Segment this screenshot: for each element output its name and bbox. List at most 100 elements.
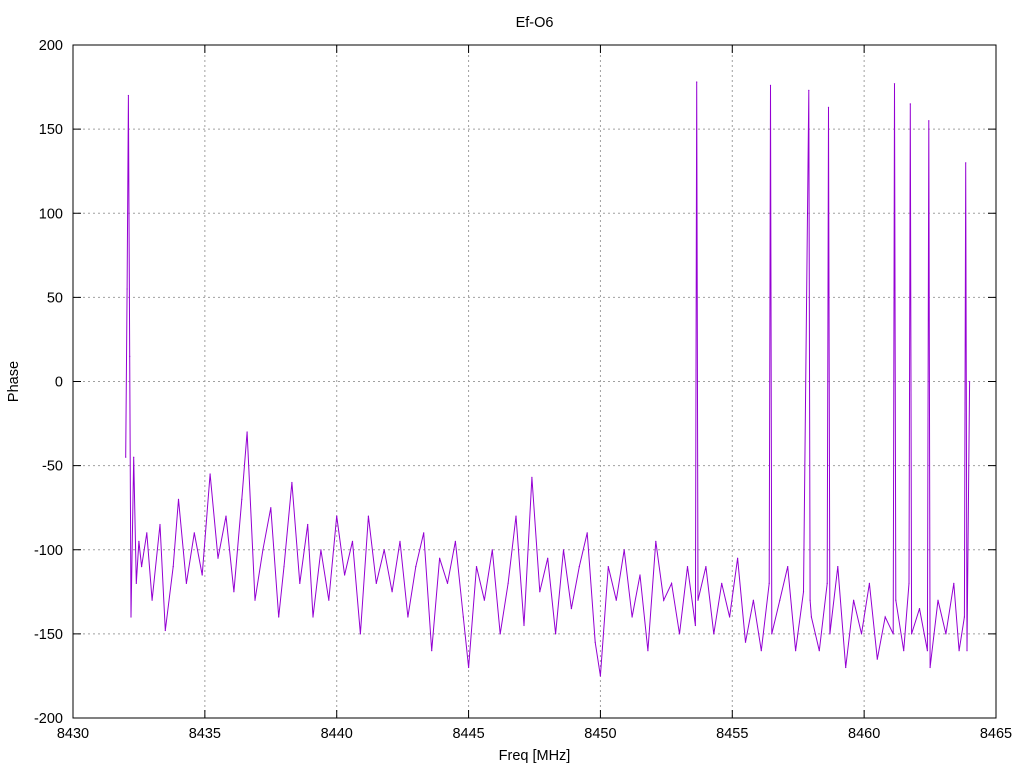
phase-point <box>895 599 897 601</box>
phase-point <box>164 629 166 632</box>
y-tick-label: 100 <box>39 206 63 222</box>
phase-point <box>808 89 810 91</box>
phase-point <box>185 582 187 585</box>
phase-point <box>291 481 293 484</box>
x-tick-label: 8460 <box>848 726 880 742</box>
phase-point <box>678 633 681 635</box>
phase-point <box>217 557 219 559</box>
phase-point <box>555 633 557 635</box>
phase-point <box>133 456 135 458</box>
phase-point <box>713 633 715 635</box>
phase-point <box>278 616 280 618</box>
phase-point <box>969 380 971 383</box>
phase-point <box>262 549 264 551</box>
ticks: 8430 8435 8440 8445 8450 8455 8460 8465 -200 -150… <box>34 38 1012 742</box>
phase-point <box>138 540 140 542</box>
phase-point <box>129 355 131 357</box>
x-axis-title: Freq [MHz] <box>499 748 571 764</box>
y-tick-label: 200 <box>39 38 63 54</box>
phase-point <box>246 431 248 433</box>
phase-point <box>570 608 573 610</box>
y-tick-label: 0 <box>55 375 63 391</box>
phase-point <box>225 515 227 517</box>
x-tick-label: 8445 <box>452 726 484 742</box>
phase-point <box>809 599 811 601</box>
phase-point <box>837 566 839 568</box>
phase-point <box>307 523 309 526</box>
phase-point <box>615 599 617 601</box>
phase-point <box>729 616 731 618</box>
phase-point <box>299 582 301 585</box>
phase-point <box>439 557 441 559</box>
phase-point <box>159 523 161 526</box>
phase-point <box>779 599 781 601</box>
phase-point <box>336 515 338 517</box>
phase-point <box>193 532 195 534</box>
phase-point <box>903 650 905 652</box>
phase-point <box>146 532 148 534</box>
phase-point <box>787 566 789 568</box>
phase-point <box>172 566 174 568</box>
phase-point <box>283 566 285 568</box>
phase-point <box>344 574 346 576</box>
phase-point <box>647 650 649 652</box>
y-tick-label: 150 <box>39 122 63 138</box>
phase-point <box>594 641 596 643</box>
phase-point <box>963 616 966 618</box>
phase-point <box>254 599 256 601</box>
phase-point <box>752 599 755 601</box>
phase-point <box>399 540 401 542</box>
phase-point <box>769 84 772 86</box>
phase-point <box>209 473 211 475</box>
phase-point <box>475 566 478 568</box>
phase-point <box>744 641 747 643</box>
phase-point <box>928 120 930 122</box>
phase-point <box>423 532 425 534</box>
phase-point <box>359 633 361 635</box>
phase-point <box>515 515 517 517</box>
phase-point <box>810 616 813 618</box>
phase-point <box>929 666 931 669</box>
phase-point <box>523 624 525 627</box>
y-axis-title: Phase <box>6 361 22 402</box>
phase-point <box>845 666 847 669</box>
phase-point <box>671 582 673 585</box>
phase-point <box>802 591 805 593</box>
phase-point <box>328 599 330 601</box>
phase-point <box>694 624 697 627</box>
phase-point <box>201 574 203 576</box>
phase-point <box>320 549 322 551</box>
phase-point <box>135 582 137 585</box>
x-tick-label: 8450 <box>584 726 616 742</box>
phase-point <box>531 476 533 478</box>
phase-point <box>499 633 501 635</box>
phase-point <box>431 650 433 652</box>
phase-point <box>462 616 464 618</box>
phase-point <box>547 557 549 559</box>
phase-point <box>892 633 894 635</box>
phase-point <box>351 540 354 542</box>
phase-point <box>818 650 820 652</box>
phase-point <box>958 650 960 652</box>
x-tick-label: 8435 <box>189 726 221 742</box>
phase-point <box>130 616 132 618</box>
phase-point <box>721 582 723 585</box>
phase-point <box>829 633 831 635</box>
x-tick-label: 8440 <box>321 726 353 742</box>
phase-point <box>965 162 967 164</box>
phase-point <box>705 566 707 568</box>
phase-point <box>599 675 602 677</box>
phase-point <box>270 507 272 509</box>
phase-point <box>127 94 129 97</box>
phase-point <box>884 616 886 618</box>
phase-point <box>507 582 509 585</box>
phase-point <box>312 616 314 618</box>
x-tick-label: 8430 <box>57 726 89 742</box>
phase-point <box>953 582 955 585</box>
phase-chart: Ef-O6 8430 8435 8440 8445 8450 8455 8460 8465 -2… <box>6 15 1012 764</box>
x-tick-label: 8455 <box>716 726 748 742</box>
phase-point <box>367 515 369 517</box>
phase-point <box>827 106 830 108</box>
phase-point <box>663 599 665 601</box>
phase-point <box>737 557 739 559</box>
